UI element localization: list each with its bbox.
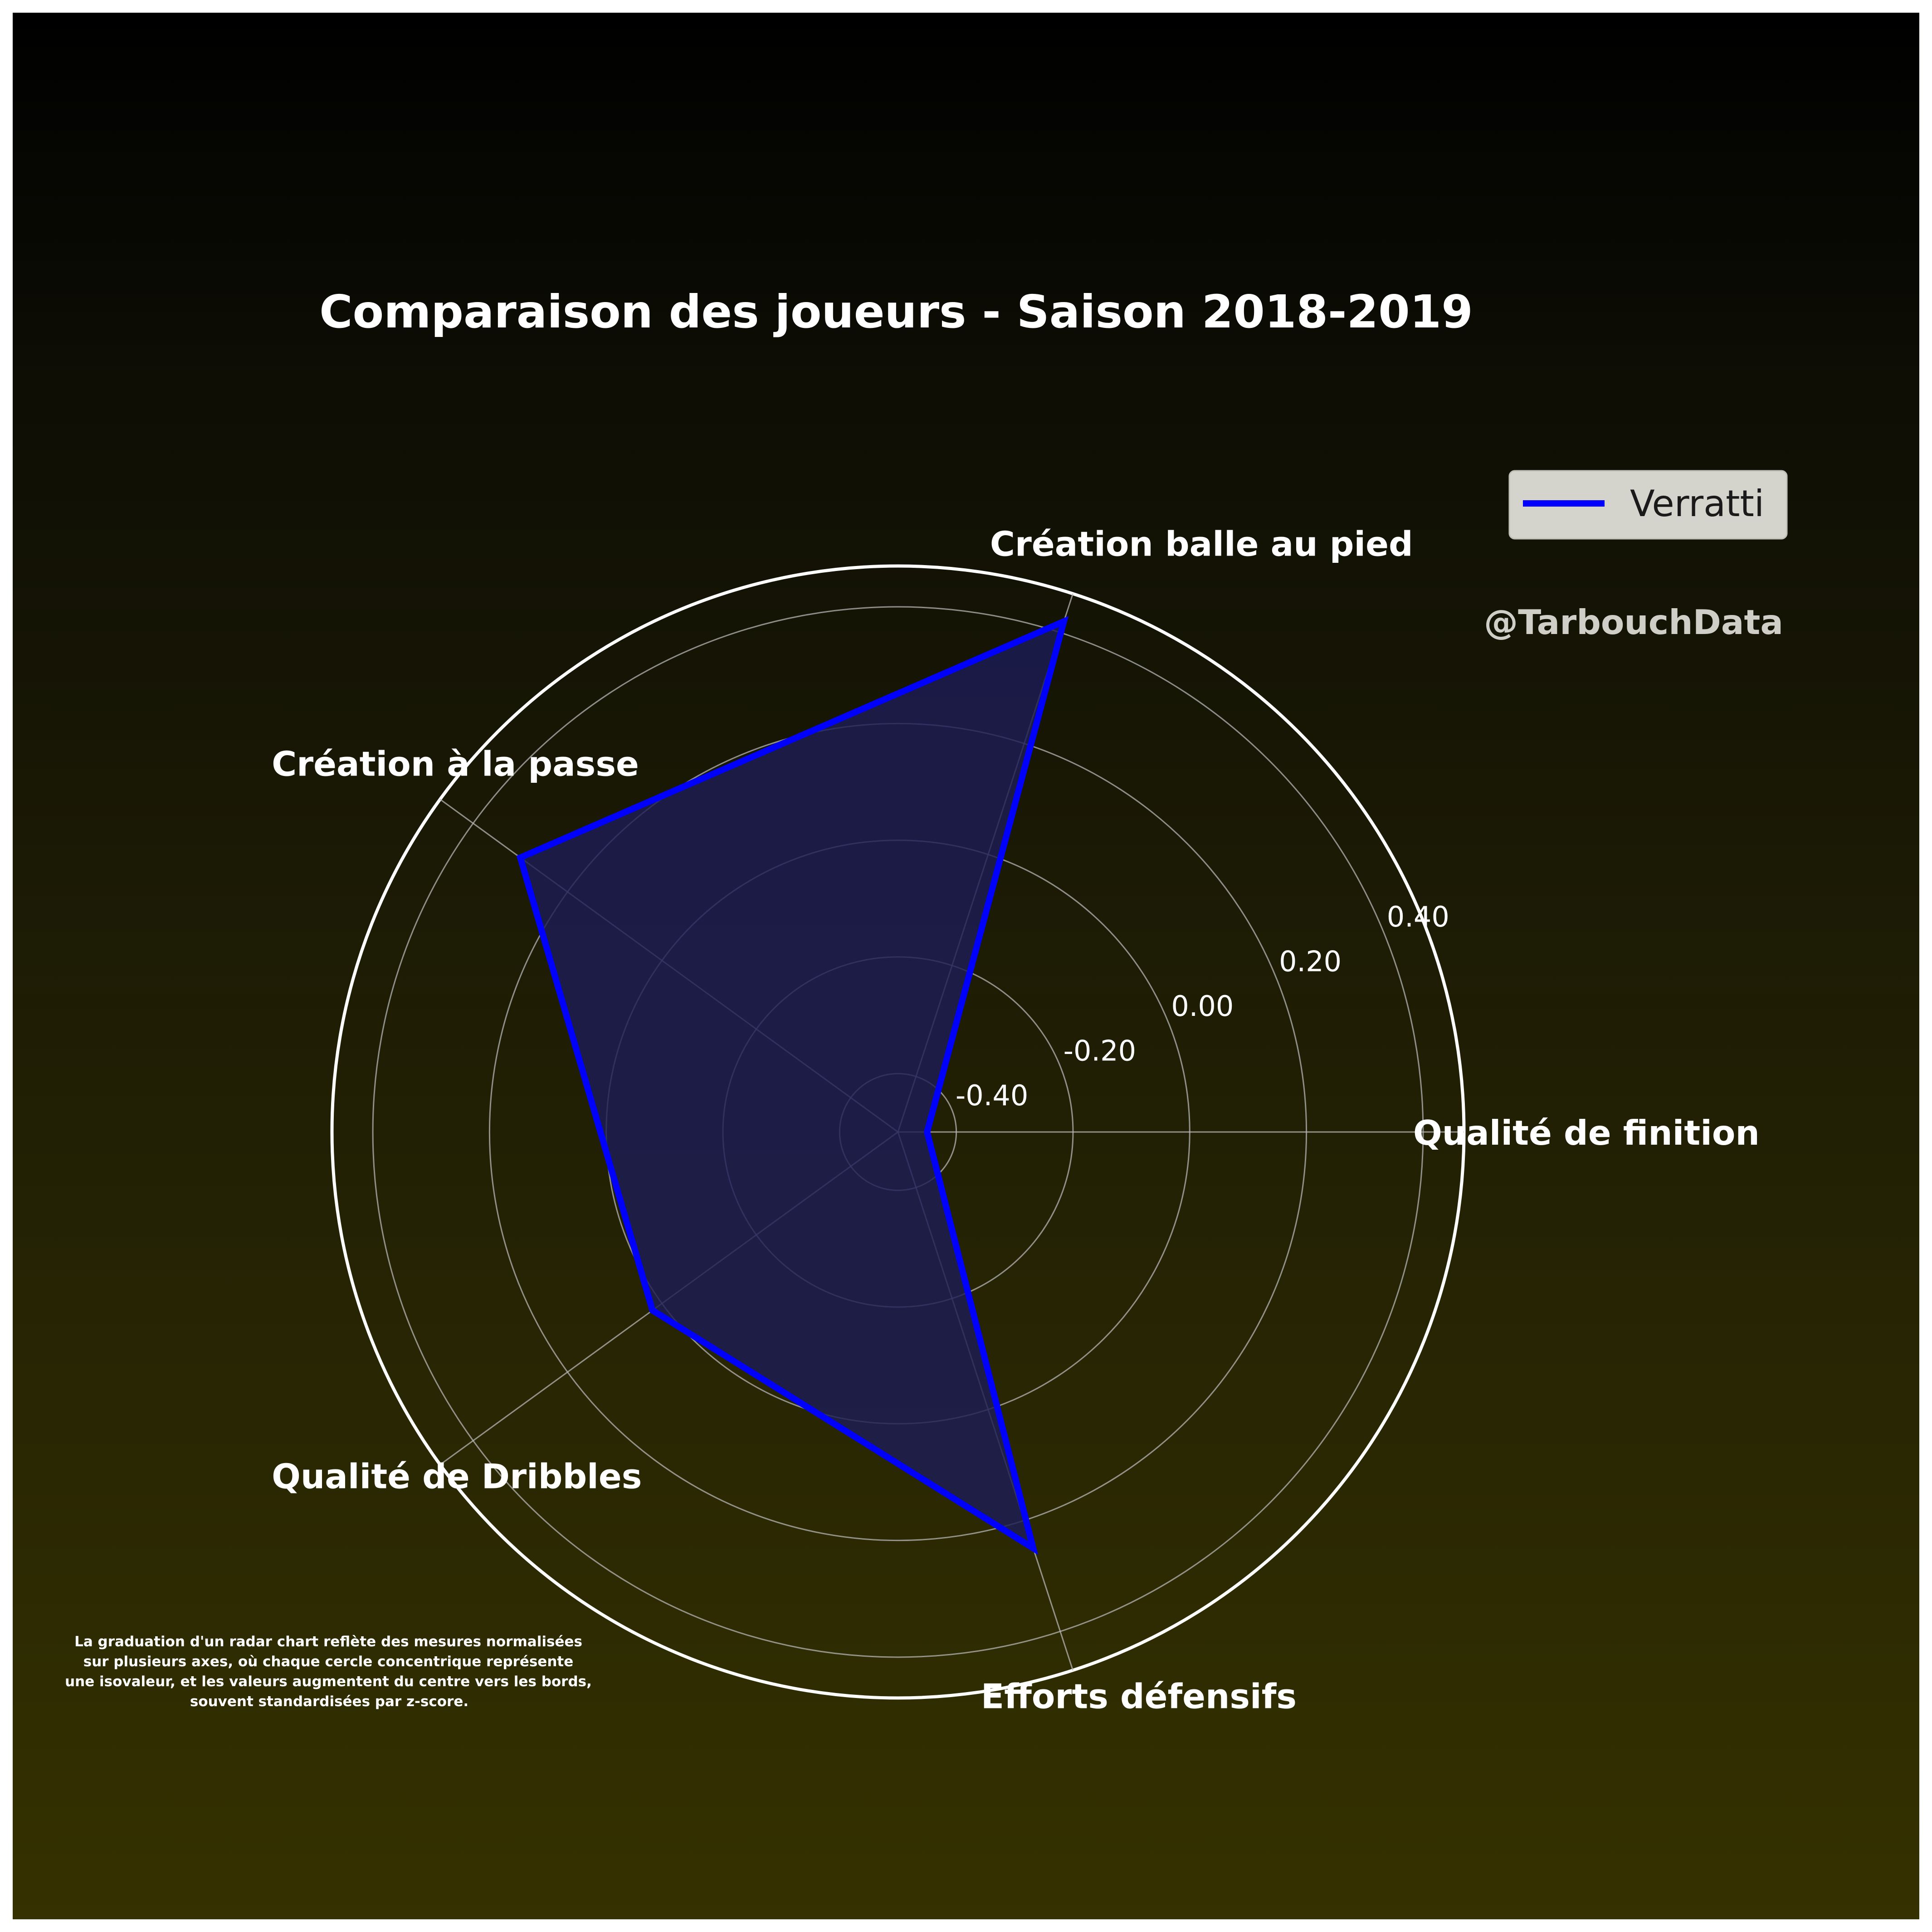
- legend-label-verratti: Verratti: [1630, 483, 1764, 525]
- note-line: sur plusieurs axes, où chaque cercle con…: [83, 1654, 574, 1670]
- tick-label: 0.20: [1279, 945, 1342, 978]
- note-line: souvent standardisées par z-score.: [190, 1693, 468, 1710]
- chart-title: Comparaison des joueurs - Saison 2018-20…: [319, 285, 1473, 338]
- tick-label: 0.00: [1171, 990, 1234, 1023]
- radar-chart: Comparaison des joueurs - Saison 2018-20…: [65, 285, 1788, 1717]
- tick-label: -0.20: [1064, 1034, 1136, 1067]
- tick-label: -0.40: [956, 1079, 1028, 1112]
- data-point: [1033, 1547, 1034, 1549]
- axis-label: Création à la passe: [272, 744, 639, 784]
- axis-label: Création balle au pied: [990, 524, 1413, 564]
- watermark: @TarbouchData: [1484, 602, 1783, 642]
- axis-label: Efforts défensifs: [981, 1677, 1297, 1717]
- data-point: [520, 857, 521, 859]
- legend: Verratti: [1508, 470, 1788, 540]
- note-line: La graduation d'un radar chart reflète d…: [74, 1634, 582, 1650]
- note-line: une isovaleur, et les valeurs augmentent…: [65, 1673, 592, 1690]
- axis-label: Qualité de Dribbles: [272, 1456, 642, 1496]
- tick-label: 0.40: [1387, 900, 1449, 933]
- data-point: [652, 1310, 653, 1311]
- note-text: La graduation d'un radar chart reflète d…: [65, 1634, 594, 1710]
- axis-label: Qualité de finition: [1413, 1113, 1760, 1153]
